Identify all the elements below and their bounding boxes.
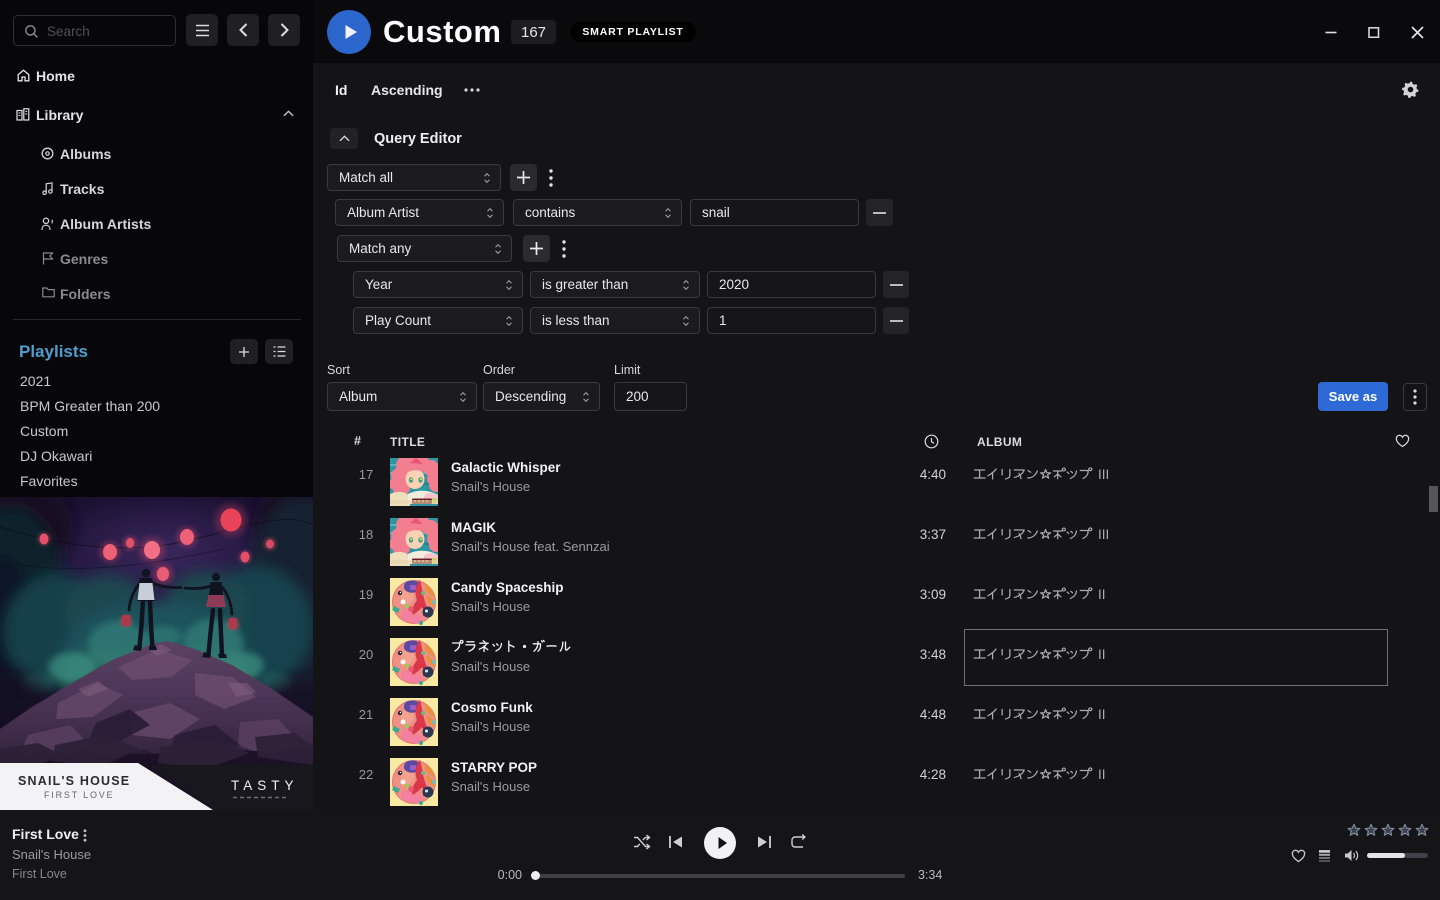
svg-text:SNAIL'S HOUSE: SNAIL'S HOUSE <box>18 774 130 788</box>
svg-text:TASTY: TASTY <box>231 778 299 793</box>
svg-text:FIRST LOVE: FIRST LOVE <box>44 790 114 800</box>
